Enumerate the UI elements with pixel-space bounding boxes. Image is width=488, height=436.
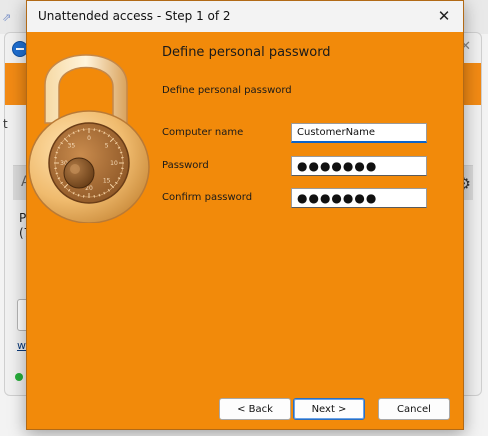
- password-label: Password: [162, 160, 209, 171]
- status-dot-icon: [15, 373, 23, 381]
- dial-number: 5: [105, 142, 109, 149]
- dial-number: 10: [110, 160, 118, 167]
- share-icon[interactable]: ⇗: [2, 12, 16, 24]
- dial-number: 0: [87, 135, 91, 142]
- close-icon[interactable]: ✕: [433, 5, 455, 27]
- confirm-password-input[interactable]: [291, 188, 427, 208]
- computer-name-label: Computer name: [162, 127, 244, 138]
- dial-number: 15: [103, 178, 111, 185]
- password-input[interactable]: [291, 156, 427, 176]
- background-text-fragment: t: [3, 117, 8, 131]
- computer-name-input[interactable]: [291, 123, 427, 143]
- unattended-access-dialog: Unattended access - Step 1 of 2 ✕ 0 5 10…: [26, 0, 464, 430]
- dial-number: 35: [68, 142, 76, 149]
- dialog-title: Unattended access - Step 1 of 2: [38, 9, 231, 23]
- page-subheading: Define personal password: [162, 85, 292, 96]
- next-button[interactable]: Next >: [293, 398, 365, 420]
- confirm-password-label: Confirm password: [162, 192, 253, 203]
- page-heading: Define personal password: [162, 45, 331, 60]
- cancel-button[interactable]: Cancel: [378, 398, 450, 420]
- padlock-icon: 05101520253035: [28, 54, 150, 223]
- back-button[interactable]: < Back: [219, 398, 291, 420]
